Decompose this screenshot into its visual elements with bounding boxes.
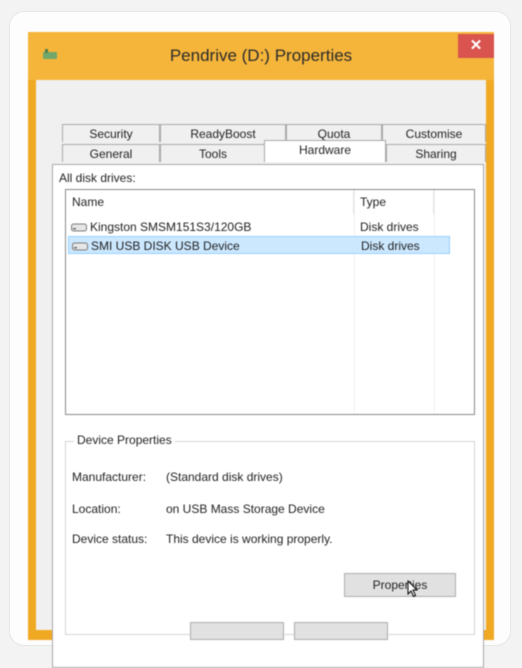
dialog-client-area: Security ReadyBoost Quota Customise Gene… — [36, 80, 486, 668]
disk-drives-list[interactable]: Name Type Kingston SMSM151S3/120GB Disk … — [65, 189, 475, 415]
list-item[interactable]: SMI USB DISK USB Device Disk drives — [68, 236, 450, 254]
list-item[interactable]: Kingston SMSM151S3/120GB Disk drives — [68, 218, 450, 236]
column-header-name[interactable]: Name — [66, 190, 354, 214]
properties-window: Pendrive (D:) Properties ✕ Security Read… — [28, 32, 494, 668]
group-title: Device Properties — [74, 433, 175, 447]
tab-sharing[interactable]: Sharing — [386, 144, 486, 162]
manufacturer-value: (Standard disk drives) — [166, 470, 283, 484]
all-disk-drives-label: All disk drives: — [59, 171, 136, 185]
drive-name: SMI USB DISK USB Device — [91, 239, 240, 253]
drive-type: Disk drives — [360, 220, 419, 234]
close-button[interactable]: ✕ — [458, 34, 494, 58]
tab-tools[interactable]: Tools — [160, 144, 266, 162]
hard-drive-icon — [71, 223, 87, 232]
properties-button[interactable]: Properties — [344, 573, 456, 598]
location-label: Location: — [72, 502, 121, 516]
properties-button-label: Properties — [372, 578, 428, 592]
usb-drive-icon — [72, 242, 88, 251]
window-title: Pendrive (D:) Properties — [169, 46, 353, 65]
title-bar[interactable]: Pendrive (D:) Properties ✕ — [28, 32, 494, 80]
tab-hardware[interactable]: Hardware — [264, 140, 386, 162]
location-value: on USB Mass Storage Device — [166, 502, 325, 516]
device-properties-group: Device Properties Manufacturer: (Standar… — [65, 433, 475, 635]
close-icon: ✕ — [469, 37, 483, 54]
tab-general[interactable]: General — [62, 144, 160, 162]
device-status-label: Device status: — [72, 532, 148, 546]
manufacturer-label: Manufacturer: — [72, 470, 147, 484]
mouse-pointer-icon — [407, 580, 419, 598]
tab-customise[interactable]: Customise — [382, 124, 486, 142]
drive-type: Disk drives — [361, 239, 420, 253]
column-header-type[interactable]: Type — [354, 190, 434, 214]
ok-button[interactable] — [190, 622, 284, 640]
hardware-tab-panel: All disk drives: Name Type Kingston SMSM… — [52, 164, 484, 668]
cancel-button[interactable] — [294, 622, 388, 640]
tab-security[interactable]: Security — [62, 124, 160, 142]
drive-name: Kingston SMSM151S3/120GB — [90, 220, 252, 234]
device-status-value: This device is working properly. — [166, 532, 333, 546]
